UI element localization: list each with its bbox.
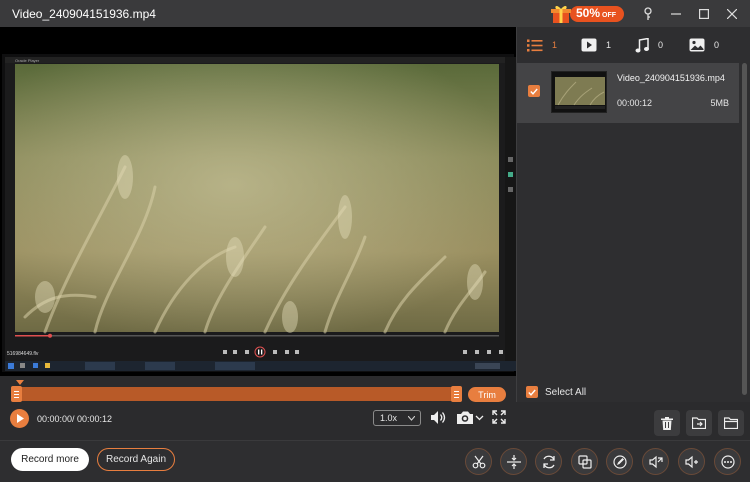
playback-controls: 00:00:00/ 00:00:12 1.0x <box>0 406 516 434</box>
select-all-toggle[interactable]: Select All <box>526 386 586 398</box>
fullscreen-icon[interactable] <box>492 410 506 424</box>
window-title: Video_240904151936.mp4 <box>12 6 156 21</box>
music-icon <box>635 37 649 52</box>
folder-export-icon <box>692 417 706 429</box>
video-frame: Oracle Player 516984649.flv <box>5 57 517 371</box>
scissors-icon <box>472 455 485 468</box>
video-icon <box>581 38 597 52</box>
check-icon <box>528 389 536 396</box>
list-icon <box>527 39 543 51</box>
tab-all[interactable]: 1 <box>527 27 581 63</box>
trim-start-handle[interactable] <box>11 386 22 402</box>
playhead-marker[interactable] <box>16 380 24 385</box>
merge-icon <box>577 454 592 469</box>
compress-icon <box>506 454 521 469</box>
gift-icon <box>550 4 572 24</box>
edit-icon <box>612 454 627 469</box>
file-size: 5MB <box>710 98 729 108</box>
video-thumbnail <box>551 71 607 113</box>
more-icon <box>720 454 735 469</box>
tab-image-count: 0 <box>714 40 720 50</box>
recorded-screen: Oracle Player 516984649.flv <box>2 54 517 372</box>
speed-value: 1.0x <box>380 413 398 423</box>
convert-icon <box>542 455 555 468</box>
list-scrollbar[interactable] <box>742 63 747 395</box>
time-readout: 00:00:00/ 00:00:12 <box>37 414 113 424</box>
play-button[interactable] <box>10 409 29 428</box>
merge-tool-button[interactable] <box>571 448 598 475</box>
convert-tool-button[interactable] <box>535 448 562 475</box>
tab-audio[interactable]: 0 <box>635 27 689 63</box>
key-icon[interactable] <box>636 0 660 27</box>
maximize-button[interactable] <box>692 0 716 27</box>
image-icon <box>689 38 705 52</box>
trim-end-handle[interactable] <box>451 386 462 402</box>
trim-button[interactable]: Trim <box>468 387 506 402</box>
tab-image[interactable]: 0 <box>689 27 743 63</box>
record-more-button[interactable]: Record more <box>11 448 89 471</box>
trash-icon <box>661 416 673 430</box>
file-name: Video_240904151936.mp4 <box>617 73 725 83</box>
player-caption: Oracle Player <box>15 58 40 63</box>
compress-tool-button[interactable] <box>500 448 527 475</box>
select-all-checkbox[interactable] <box>526 386 538 398</box>
camera-icon[interactable] <box>456 410 484 425</box>
tab-all-count: 1 <box>552 40 558 50</box>
player-filename: 516984649.flv <box>7 351 39 357</box>
speaker-export-icon <box>648 455 663 468</box>
audio-extract-button[interactable] <box>642 448 669 475</box>
promo-off: OFF <box>602 11 616 19</box>
delete-button[interactable] <box>654 410 680 436</box>
chevron-down-icon <box>408 416 415 421</box>
volume-plus-icon <box>684 455 698 468</box>
media-type-tabs: 1 1 0 0 <box>517 27 750 63</box>
promo-percent: 50% <box>575 5 600 20</box>
tab-audio-count: 0 <box>658 40 664 50</box>
record-again-button[interactable]: Record Again <box>97 448 175 471</box>
trim-tool-button[interactable] <box>465 448 492 475</box>
export-folder-button[interactable] <box>686 410 712 436</box>
promo-badge[interactable]: 50% OFF <box>550 4 624 24</box>
list-actions <box>654 410 750 436</box>
play-icon <box>16 414 24 423</box>
bottom-bar: Record more Record Again <box>0 440 750 482</box>
video-preview[interactable]: Oracle Player 516984649.flv <box>0 27 517 376</box>
check-icon <box>530 88 538 95</box>
edit-tool-button[interactable] <box>606 448 633 475</box>
folder-icon <box>724 417 738 429</box>
list-item[interactable]: Video_240904151936.mp4 00:00:12 5MB <box>517 63 739 123</box>
speed-select[interactable]: 1.0x <box>373 410 421 426</box>
tab-video-count: 1 <box>606 40 612 50</box>
media-list-panel: 1 1 0 0 Video_240904151936.mp4 00:00:12 … <box>516 27 750 402</box>
volume-icon[interactable] <box>430 410 447 425</box>
close-button[interactable] <box>720 0 744 27</box>
volume-boost-button[interactable] <box>678 448 705 475</box>
file-checkbox[interactable] <box>528 85 540 97</box>
more-tools-button[interactable] <box>714 448 741 475</box>
open-folder-button[interactable] <box>718 410 744 436</box>
file-duration: 00:00:12 <box>617 98 653 108</box>
minimize-button[interactable] <box>664 0 688 27</box>
timeline-track[interactable] <box>11 387 462 401</box>
select-all-label: Select All <box>545 386 587 398</box>
tab-video[interactable]: 1 <box>581 27 635 63</box>
title-bar: Video_240904151936.mp4 50% OFF <box>0 0 750 27</box>
